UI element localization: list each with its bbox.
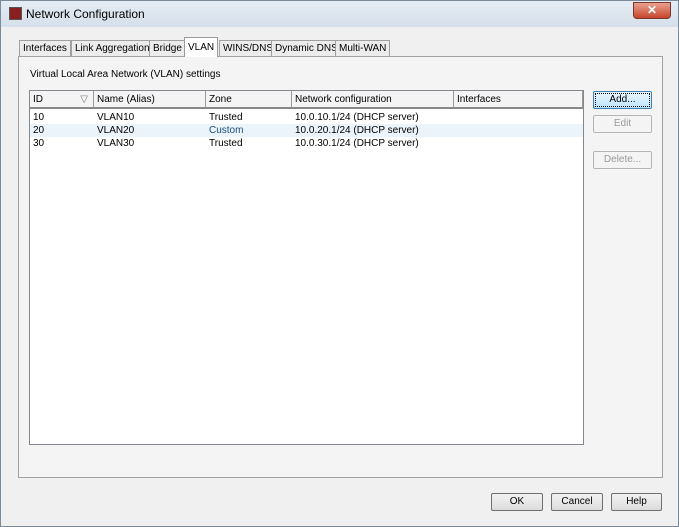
close-button[interactable]: ✕ [633,2,671,19]
tab-dynamic-dns[interactable]: Dynamic DNS [271,40,342,56]
column-header-name[interactable]: Name (Alias) [94,91,206,109]
app-icon [9,7,22,20]
table-row[interactable]: 10 VLAN10 Trusted 10.0.10.1/24 (DHCP ser… [30,111,583,124]
cell-id: 30 [33,138,45,149]
cell-id: 10 [33,112,45,123]
vlan-table[interactable]: ID ▽ Name (Alias) Zone Network configurat… [29,90,584,445]
table-row[interactable]: 20 VLAN20 Custom 10.0.20.1/24 (DHCP serv… [30,124,583,137]
delete-button[interactable]: Delete... [593,151,652,169]
ok-button[interactable]: OK [491,493,543,511]
cell-network: 10.0.30.1/24 (DHCP server) [295,138,419,149]
tab-interfaces[interactable]: Interfaces [19,40,71,56]
column-header-zone[interactable]: Zone [206,91,292,109]
help-button[interactable]: Help [611,493,662,511]
tab-bridge[interactable]: Bridge [149,40,186,56]
edit-button[interactable]: Edit [593,115,652,133]
section-caption: Virtual Local Area Network (VLAN) settin… [30,69,221,80]
network-configuration-dialog: Network Configuration ✕ Interfaces Link … [0,0,679,527]
column-header-interfaces[interactable]: Interfaces [454,91,583,109]
tab-multi-wan[interactable]: Multi-WAN [335,40,391,56]
cell-name: VLAN20 [97,125,135,136]
cell-name: VLAN10 [97,112,135,123]
cell-zone: Trusted [209,112,243,123]
column-header-network[interactable]: Network configuration [292,91,454,109]
tab-link-aggregation[interactable]: Link Aggregation [71,40,154,56]
cancel-button[interactable]: Cancel [551,493,603,511]
cell-zone: Custom [209,125,244,136]
tab-vlan[interactable]: VLAN [184,37,219,57]
sort-icon: ▽ [80,94,88,105]
cell-zone: Trusted [209,138,243,149]
add-button[interactable]: Add... [593,91,652,109]
tab-wins-dns[interactable]: WINS/DNS [219,40,277,56]
cell-network: 10.0.10.1/24 (DHCP server) [295,112,419,123]
table-row[interactable]: 30 VLAN30 Trusted 10.0.30.1/24 (DHCP ser… [30,137,583,150]
cell-id: 20 [33,125,45,136]
column-header-id[interactable]: ID ▽ [30,91,94,109]
window-title: Network Configuration [26,7,145,21]
cell-name: VLAN30 [97,138,135,149]
title-bar: Network Configuration ✕ [1,1,678,27]
cell-network: 10.0.20.1/24 (DHCP server) [295,125,419,136]
